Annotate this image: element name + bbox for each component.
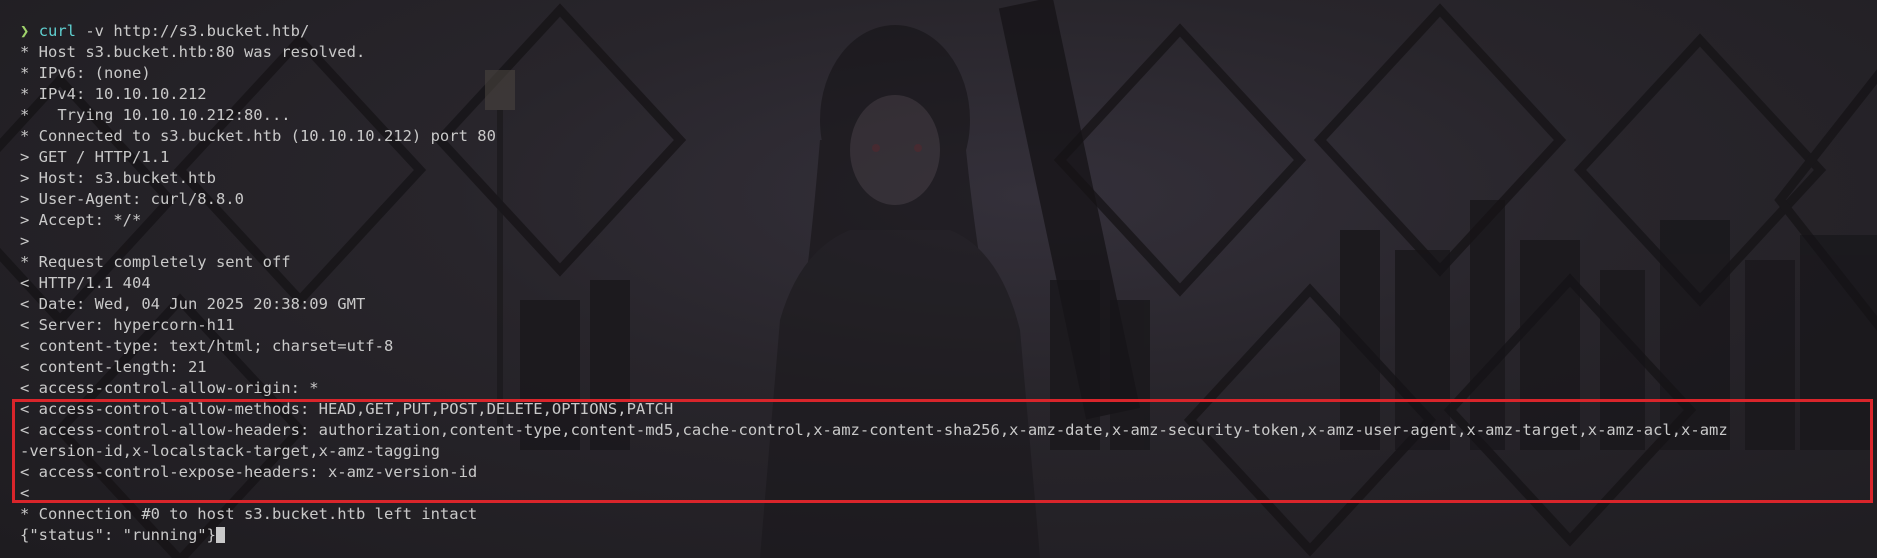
output-line: * Request completely sent off <box>20 253 291 271</box>
output-line: < HTTP/1.1 404 <box>20 274 151 292</box>
output-line: < Server: hypercorn-h11 <box>20 316 235 334</box>
output-line: * Host s3.bucket.htb:80 was resolved. <box>20 43 366 61</box>
output-line: > <box>20 232 30 250</box>
output-line: < Date: Wed, 04 Jun 2025 20:38:09 GMT <box>20 295 366 313</box>
output-line: < content-length: 21 <box>20 358 207 376</box>
output-line: > Accept: */* <box>20 211 142 229</box>
output-line: * Connected to s3.bucket.htb (10.10.10.2… <box>20 127 496 145</box>
command-line: ❯ curl -v http://s3.bucket.htb/ <box>20 21 1870 42</box>
output-line: * Trying 10.10.10.212:80... <box>20 106 291 124</box>
output-line: > User-Agent: curl/8.8.0 <box>20 190 244 208</box>
text-cursor <box>215 527 225 543</box>
output-line: > GET / HTTP/1.1 <box>20 148 170 166</box>
command-name: curl <box>38 22 77 40</box>
output-line: * IPv4: 10.10.10.212 <box>20 85 207 103</box>
terminal-output: ❯ curl -v http://s3.bucket.htb/ * Host s… <box>20 21 1870 546</box>
output-line: * IPv6: (none) <box>20 64 151 82</box>
output-line: -version-id,x-localstack-target,x-amz-ta… <box>20 442 440 460</box>
output-line: < access-control-allow-origin: * <box>20 379 319 397</box>
output-line-with-cursor[interactable]: {"status": "running"} <box>20 525 1870 546</box>
output-line: < access-control-allow-headers: authoriz… <box>20 421 1728 439</box>
output-line: < access-control-allow-methods: HEAD,GET… <box>20 400 674 418</box>
prompt-symbol: ❯ <box>20 22 30 40</box>
output-line: < access-control-expose-headers: x-amz-v… <box>20 463 478 481</box>
output-line: > Host: s3.bucket.htb <box>20 169 216 187</box>
output-line: * Connection #0 to host s3.bucket.htb le… <box>20 505 478 523</box>
command-args: -v http://s3.bucket.htb/ <box>76 22 310 40</box>
response-body: {"status": "running"} <box>20 526 216 544</box>
output-line: < content-type: text/html; charset=utf-8 <box>20 337 394 355</box>
output-line: < <box>20 484 30 502</box>
